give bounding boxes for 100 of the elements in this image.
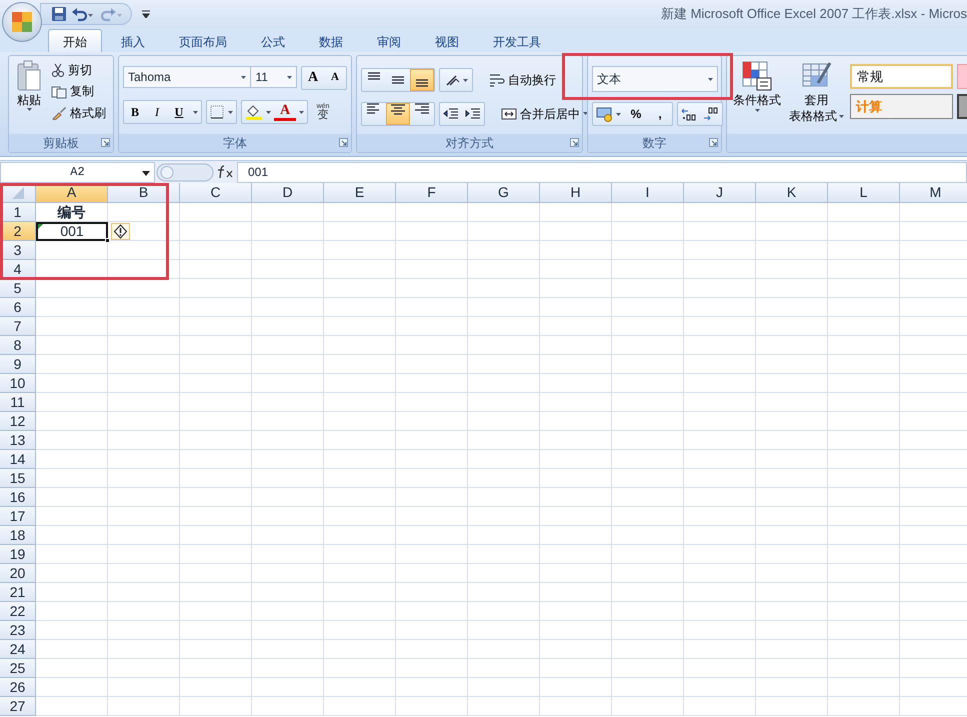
ribbon-tab[interactable]: 页面布局: [164, 29, 242, 52]
underline-button[interactable]: U: [168, 101, 190, 123]
percent-button[interactable]: %: [624, 103, 648, 125]
row-header[interactable]: 16: [0, 488, 36, 507]
shrink-font-button[interactable]: A: [324, 67, 346, 89]
row-header[interactable]: 19: [0, 545, 36, 564]
merge-center-button[interactable]: 合并后居中: [499, 106, 590, 122]
increase-decimal-icon: [681, 107, 697, 121]
column-header[interactable]: G: [468, 183, 540, 203]
row-header[interactable]: 6: [0, 298, 36, 317]
paste-button[interactable]: 粘贴: [13, 60, 45, 130]
undo-icon[interactable]: [71, 6, 95, 22]
column-header[interactable]: H: [540, 183, 612, 203]
row-header[interactable]: 9: [0, 355, 36, 374]
row-header[interactable]: 18: [0, 526, 36, 545]
row-header[interactable]: 21: [0, 583, 36, 602]
row-header[interactable]: 25: [0, 659, 36, 678]
clipboard-command[interactable]: 格式刷: [49, 104, 108, 122]
indent-icon: [443, 107, 459, 121]
group-label: 剪贴板: [43, 136, 79, 150]
row-header[interactable]: 14: [0, 450, 36, 469]
dialog-launcher-icon[interactable]: [570, 138, 579, 147]
font-size-combo[interactable]: 11: [250, 66, 297, 88]
cell-style-swatch[interactable]: [957, 94, 967, 119]
number-format-combo[interactable]: 文本: [592, 66, 718, 92]
row-header[interactable]: 2: [0, 222, 36, 241]
column-header[interactable]: E: [324, 183, 396, 203]
borders-button[interactable]: [206, 100, 237, 124]
corner-triangle-icon: [12, 186, 24, 198]
column-header[interactable]: J: [684, 183, 756, 203]
comma-style-button[interactable]: ,: [648, 103, 672, 125]
row-header[interactable]: 26: [0, 678, 36, 697]
table-cell[interactable]: 001: [36, 222, 108, 241]
customize-icon[interactable]: [142, 10, 150, 18]
conditional-format-button[interactable]: 条件格式: [731, 60, 783, 130]
ribbon-tab[interactable]: 公式: [246, 29, 300, 52]
caret-icon: [193, 110, 198, 114]
column-header[interactable]: F: [396, 183, 468, 203]
font-color-button[interactable]: A: [274, 103, 296, 121]
horizontal-align-icon: [415, 103, 429, 114]
ribbon-tab[interactable]: 数据: [304, 29, 358, 52]
row-header[interactable]: 8: [0, 336, 36, 355]
wrap-text-button[interactable]: 自动换行: [487, 72, 558, 88]
fill-color-icon[interactable]: [245, 104, 263, 120]
dialog-launcher-icon[interactable]: [709, 138, 718, 147]
align-button[interactable]: [410, 69, 434, 91]
row-header[interactable]: 22: [0, 602, 36, 621]
row-header[interactable]: 17: [0, 507, 36, 526]
dialog-launcher-icon[interactable]: [101, 138, 110, 147]
row-header[interactable]: 15: [0, 469, 36, 488]
fill-handle[interactable]: [105, 238, 110, 243]
column-header[interactable]: C: [180, 183, 252, 203]
italic-button[interactable]: I: [146, 101, 168, 123]
row-header[interactable]: 24: [0, 640, 36, 659]
align-button[interactable]: [386, 103, 410, 125]
brush-icon: [51, 106, 67, 120]
name-box[interactable]: A2: [0, 162, 155, 182]
column-header[interactable]: L: [828, 183, 900, 203]
format-as-table-button[interactable]: 套用 表格格式: [787, 60, 846, 130]
decrease-decimal-icon: [703, 107, 719, 121]
formula-input[interactable]: 001: [237, 162, 967, 182]
clipboard-command[interactable]: 复制: [49, 83, 108, 100]
ribbon-tab[interactable]: 开始: [48, 29, 102, 52]
vertical-align-icon: [416, 79, 428, 87]
column-header[interactable]: I: [612, 183, 684, 203]
row-header[interactable]: 10: [0, 374, 36, 393]
column-header[interactable]: K: [756, 183, 828, 203]
cell-style-swatch[interactable]: [957, 64, 967, 89]
row-header[interactable]: 5: [0, 279, 36, 298]
cell-style-swatch[interactable]: 常规: [850, 64, 953, 89]
row-header[interactable]: 12: [0, 412, 36, 431]
caret-icon: [287, 76, 292, 78]
money-icon: [596, 106, 614, 122]
expand-handle-icon[interactable]: [155, 162, 215, 182]
row-header[interactable]: 23: [0, 621, 36, 640]
ribbon-tab[interactable]: 审阅: [362, 29, 416, 52]
caret-icon: [839, 115, 844, 118]
bold-button[interactable]: B: [124, 101, 146, 123]
row-header[interactable]: 1: [0, 203, 36, 222]
row-header[interactable]: 11: [0, 393, 36, 412]
row-header[interactable]: 3: [0, 241, 36, 260]
ribbon-tab[interactable]: 视图: [420, 29, 474, 52]
dropdown-caret-icon[interactable]: [142, 170, 150, 176]
clipboard-command[interactable]: 剪切: [49, 62, 108, 78]
column-header[interactable]: M: [900, 183, 967, 203]
row-header[interactable]: 20: [0, 564, 36, 583]
column-header[interactable]: D: [252, 183, 324, 203]
font-name-combo[interactable]: Tahoma: [123, 66, 252, 88]
save-icon[interactable]: [51, 6, 67, 22]
row-header[interactable]: 13: [0, 431, 36, 450]
caret-icon: [299, 110, 304, 114]
orientation-button[interactable]: [439, 68, 473, 92]
grow-font-button[interactable]: A: [302, 67, 324, 89]
dialog-launcher-icon[interactable]: [339, 138, 348, 147]
ribbon-tab[interactable]: 开发工具: [478, 29, 556, 52]
row-header[interactable]: 7: [0, 317, 36, 336]
table-cell[interactable]: 编号: [36, 203, 108, 222]
warning-smart-tag-icon[interactable]: [111, 223, 130, 240]
row-header[interactable]: 27: [0, 697, 36, 716]
ribbon-tab[interactable]: 插入: [106, 29, 160, 52]
